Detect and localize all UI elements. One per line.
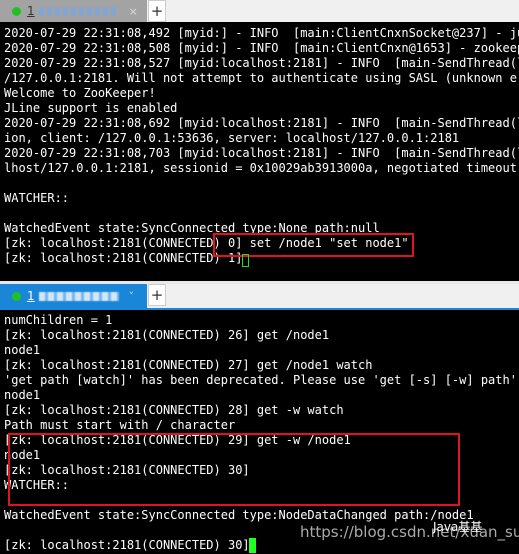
new-tab-button[interactable]: + xyxy=(148,0,166,22)
close-icon[interactable]: × xyxy=(129,5,138,18)
connected-status-icon xyxy=(12,6,21,16)
chevron-down-icon[interactable]: ˅ xyxy=(129,290,135,303)
terminal-line: [zk: localhost:2181(CONNECTED) 26] get /… xyxy=(4,328,330,342)
terminal-line: /127.0.0.1:2181. Will not attempt to aut… xyxy=(4,71,519,85)
session-tab[interactable]: 1 × xyxy=(0,0,147,22)
terminal-line: node1 xyxy=(4,343,41,357)
terminal-line: [zk: localhost:2181(CONNECTED) 28] get -… xyxy=(4,403,344,417)
terminal-line: 2020-07-29 22:31:08,692 [myid:localhost:… xyxy=(4,116,519,130)
terminal-line: Path must start with / character xyxy=(4,418,236,432)
tab-number: 1 xyxy=(27,289,35,303)
terminal-line: WATCHER:: xyxy=(4,191,70,205)
terminal-line: 2020-07-29 22:31:08,703 [myid:localhost:… xyxy=(4,146,519,160)
session-tab-active[interactable]: 1 ˅ xyxy=(0,284,147,308)
terminal-line: numChildren = 1 xyxy=(4,313,113,327)
terminal-line: JLine support is enabled xyxy=(4,101,178,115)
terminal-line: 2020-07-29 22:31:08,527 [myid:localhost:… xyxy=(4,56,519,70)
redacted-tab-title xyxy=(38,6,119,16)
tab-bar-top: 1 × + xyxy=(0,0,519,22)
highlight-box-watch-event xyxy=(8,433,460,506)
terminal-line: [zk: localhost:2181(CONNECTED) 27] get /… xyxy=(4,358,373,372)
tab-number: 1 xyxy=(27,4,35,18)
terminal-line: 2020-07-29 22:31:08,492 [myid:] - INFO [… xyxy=(4,26,519,40)
connected-status-icon xyxy=(12,291,21,301)
terminal-line: 'get path [watch]' has been deprecated. … xyxy=(4,373,519,387)
terminal-line: 2020-07-29 22:31:08,508 [myid:] - INFO [… xyxy=(4,41,519,55)
tab-bar-bottom: 1 ˅ + xyxy=(0,281,519,310)
terminal-line: node1 xyxy=(4,388,41,402)
new-tab-button[interactable]: + xyxy=(148,284,166,306)
terminal-line: ion, client: /127.0.0.1:53636, server: l… xyxy=(4,131,460,145)
watermark-url: https://blog.csdn.net/xuan_su xyxy=(300,523,519,541)
redacted-tab-title xyxy=(38,291,119,301)
terminal-line: lhost/127.0.0.1:2181, sessionid = 0x1002… xyxy=(4,161,519,175)
terminal-cursor-inactive xyxy=(242,254,249,267)
terminal-line: Welcome to ZooKeeper! xyxy=(4,86,156,100)
terminal-cursor xyxy=(249,538,256,553)
active-tab-underline xyxy=(0,308,519,310)
watermark-brand: Java基基 xyxy=(433,520,483,534)
